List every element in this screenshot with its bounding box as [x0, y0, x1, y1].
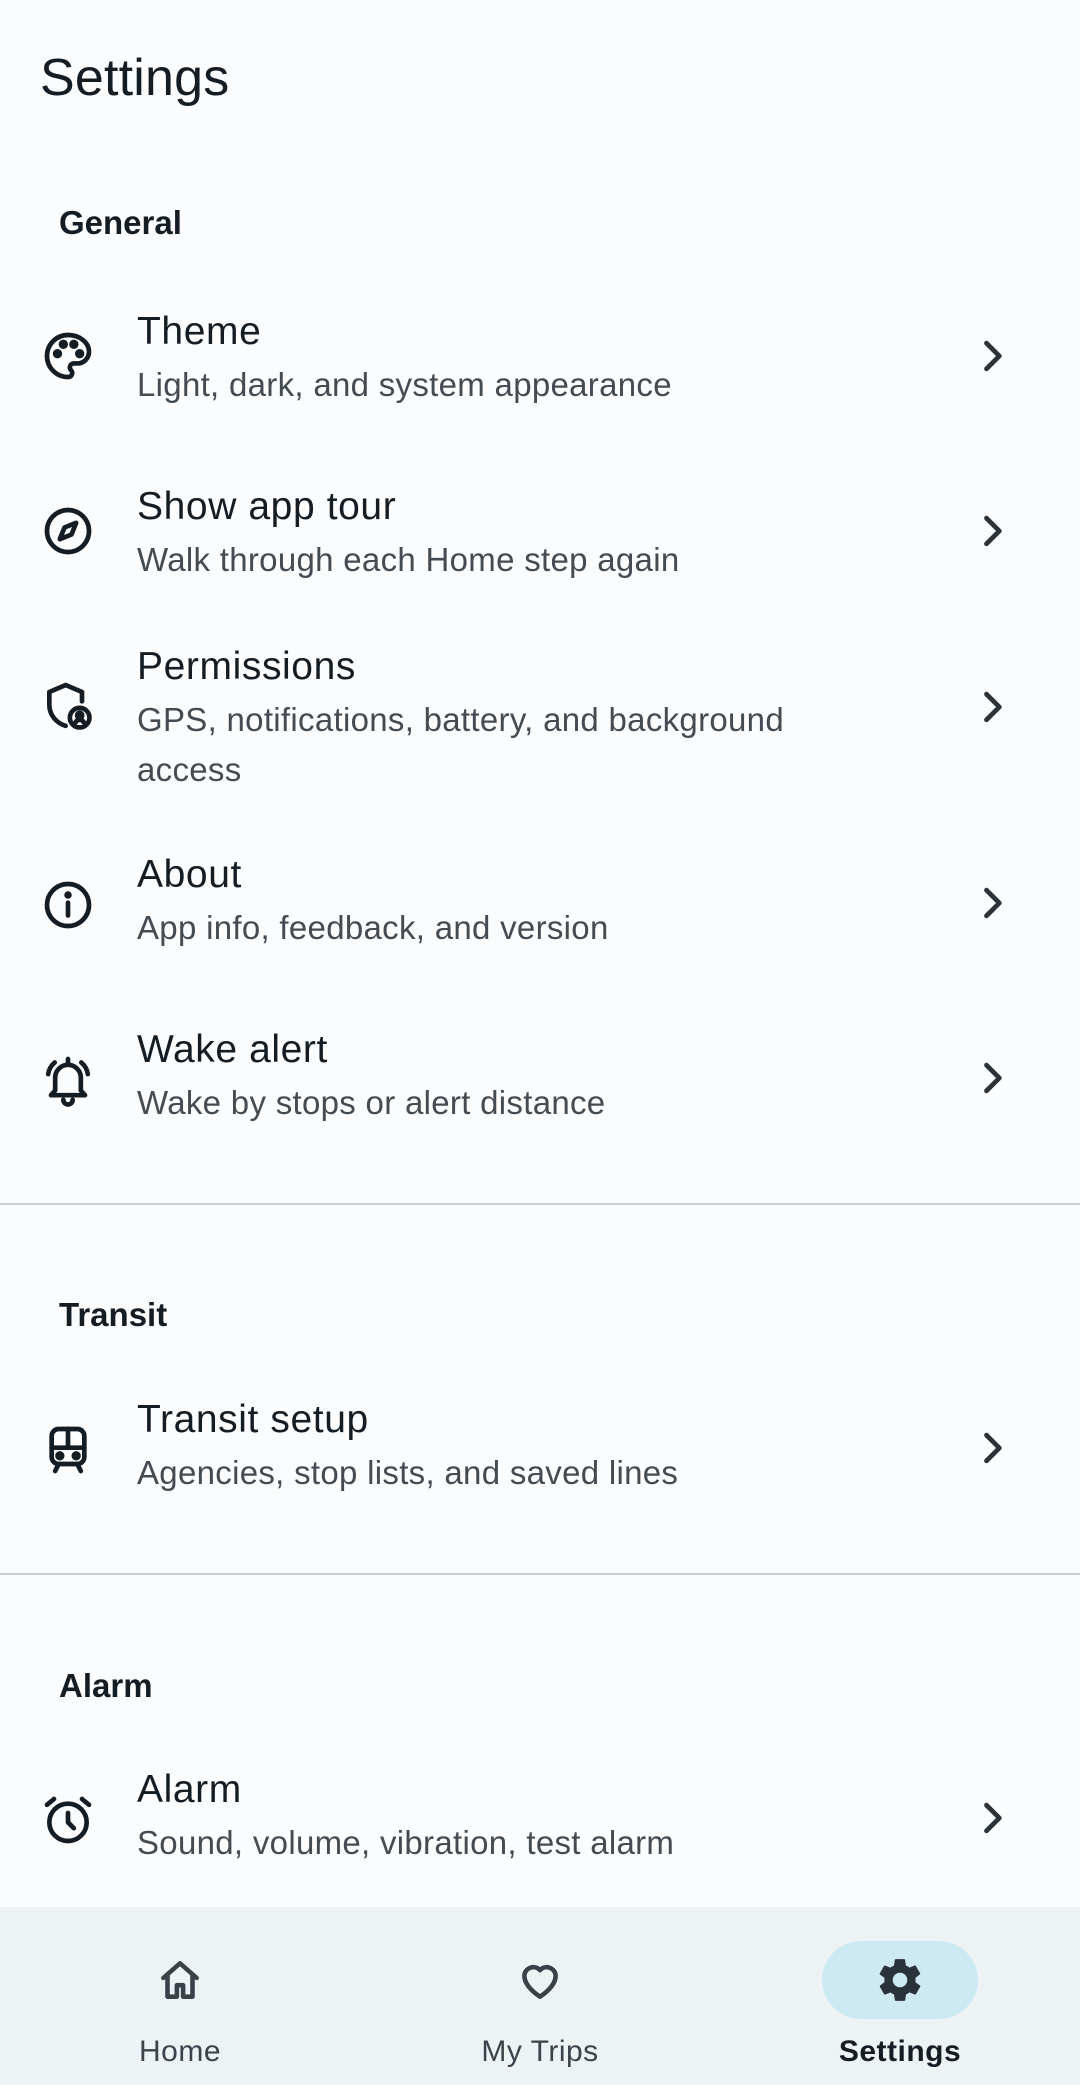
settings-item-subtitle: Light, dark, and system appearance: [137, 366, 672, 403]
shield-person-icon: [40, 678, 96, 734]
settings-item-about[interactable]: About App info, feedback, and version: [0, 825, 1080, 975]
settings-item-title: Transit setup: [137, 1398, 369, 1441]
info-icon: [40, 877, 96, 933]
settings-item-subtitle: Wake by stops or alert distance: [137, 1084, 606, 1121]
settings-item-theme[interactable]: Theme Light, dark, and system appearance: [0, 280, 1080, 430]
settings-item-subtitle: Sound, volume, vibration, test alarm: [137, 1824, 675, 1861]
section-header-general: General: [59, 204, 182, 241]
section-divider: [0, 1573, 1080, 1575]
section-header-alarm: Alarm: [59, 1667, 153, 1704]
heart-icon: [522, 1964, 558, 1999]
chevron-right-icon: [970, 1056, 1014, 1100]
section-header-transit: Transit: [59, 1296, 168, 1333]
home-icon: [161, 1961, 199, 1999]
compass-icon: [40, 503, 96, 559]
nav-pill-active: [822, 1941, 978, 2019]
settings-item-alarm[interactable]: Alarm Sound, volume, vibration, test ala…: [0, 1742, 1080, 1892]
settings-item-transit-setup[interactable]: Transit setup Agencies, stop lists, and …: [0, 1372, 1080, 1522]
settings-item-subtitle: Agencies, stop lists, and saved lines: [137, 1454, 679, 1491]
section-divider: [0, 1203, 1080, 1205]
chevron-right-icon: [970, 685, 1014, 729]
settings-screen: Settings General Theme Light, dark, and …: [0, 0, 1080, 2085]
nav-label: Home: [138, 2035, 222, 2068]
nav-item-my-trips[interactable]: My Trips: [360, 1907, 720, 2085]
settings-item-app-tour[interactable]: Show app tour Walk through each Home ste…: [0, 455, 1080, 605]
settings-item-subtitle: GPS, notifications, battery, and backgro…: [137, 701, 784, 788]
settings-item-subtitle: Walk through each Home step again: [137, 541, 680, 578]
nav-label: My Trips: [481, 2035, 599, 2068]
chevron-right-icon: [970, 509, 1014, 553]
nav-item-settings[interactable]: Settings: [720, 1907, 1080, 2085]
bell-ringing-icon: [40, 1052, 96, 1108]
settings-item-title: Wake alert: [137, 1028, 328, 1071]
page-title: Settings: [40, 49, 230, 107]
chevron-right-icon: [970, 881, 1014, 925]
chevron-right-icon: [970, 334, 1014, 378]
chevron-right-icon: [970, 1426, 1014, 1470]
settings-item-title: Theme: [137, 310, 262, 353]
nav-label: Settings: [838, 2035, 962, 2068]
settings-item-title: Show app tour: [137, 485, 397, 528]
bottom-navigation: Home My Trips Settings: [0, 1907, 1080, 2085]
settings-item-title: About: [137, 853, 242, 896]
settings-item-wake-alert[interactable]: Wake alert Wake by stops or alert distan…: [0, 1000, 1080, 1150]
palette-icon: [40, 328, 96, 384]
nav-pill: [462, 1941, 618, 2019]
settings-item-permissions[interactable]: Permissions GPS, notifications, battery,…: [0, 615, 1080, 800]
settings-item-title: Alarm: [137, 1768, 242, 1811]
settings-item-title: Permissions: [137, 645, 356, 688]
chevron-right-icon: [970, 1796, 1014, 1840]
alarm-clock-icon: [40, 1792, 96, 1848]
nav-item-home[interactable]: Home: [0, 1907, 360, 2085]
settings-item-subtitle: App info, feedback, and version: [137, 909, 609, 946]
nav-pill: [102, 1941, 258, 2019]
gear-icon: [879, 1959, 921, 2001]
train-icon: [40, 1422, 96, 1478]
